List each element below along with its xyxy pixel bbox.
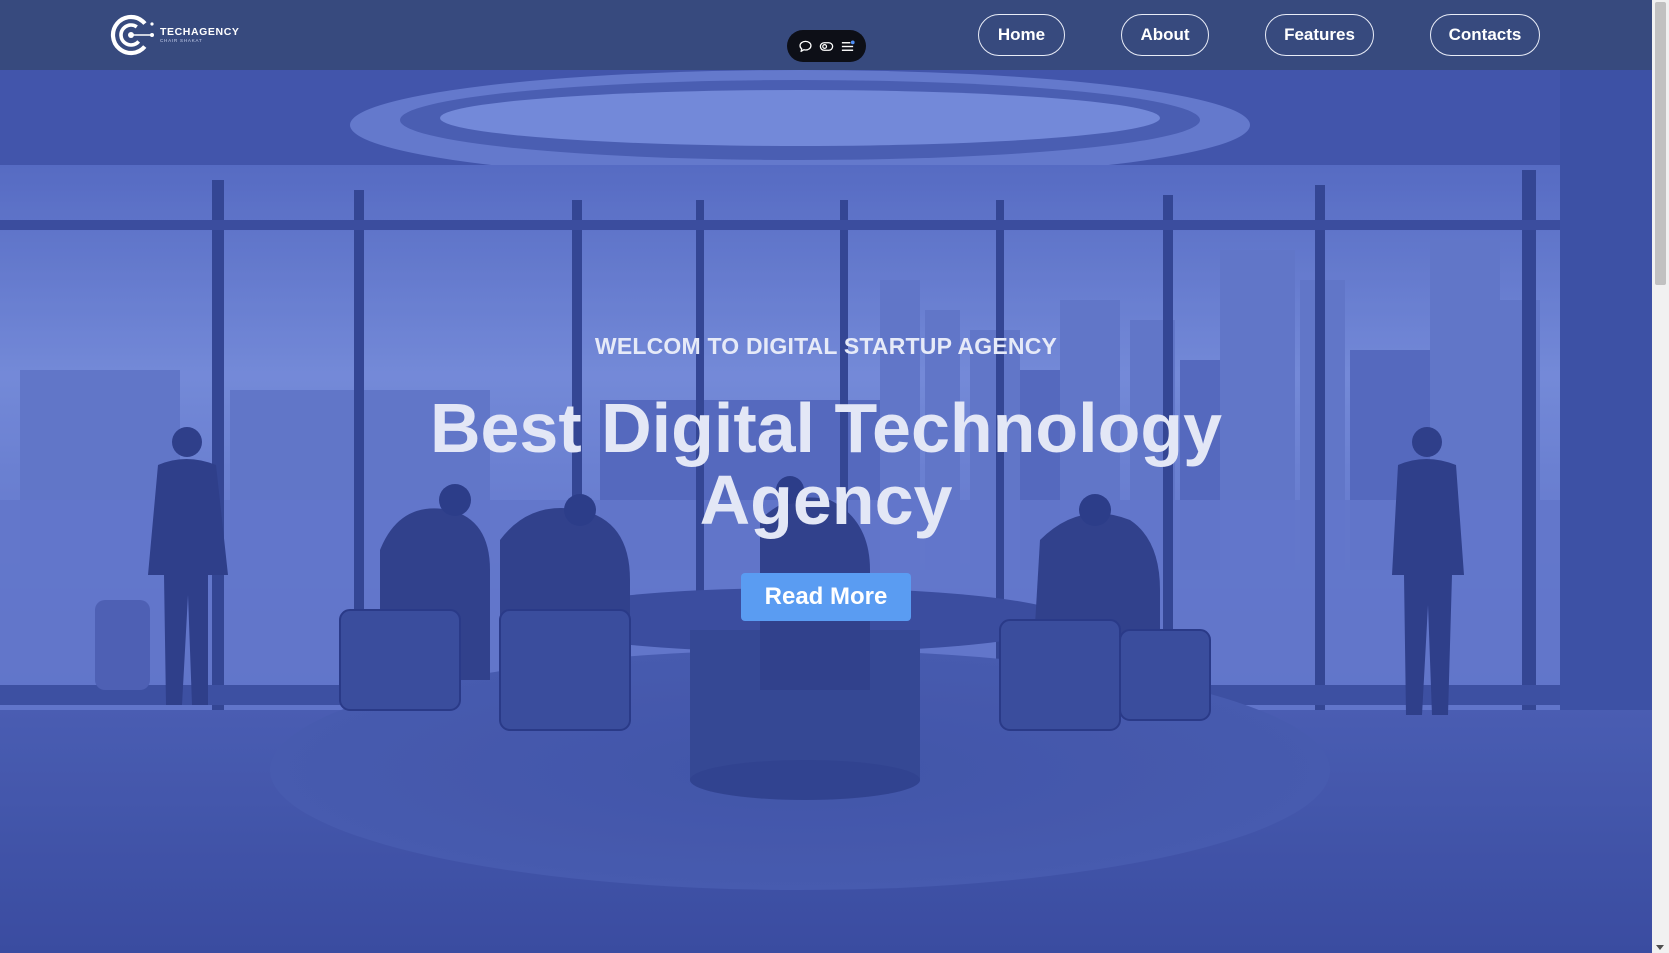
circular-c-logo-icon xyxy=(110,14,154,56)
toggle-eye-icon[interactable] xyxy=(818,37,836,55)
hero-title-line-1: Best Digital Technology xyxy=(429,389,1223,467)
hero-content: WELCOM TO DIGITAL STARTUP AGENCY Best Di… xyxy=(0,70,1652,953)
brand-text: TECHAGENCY CHAIR SHAKAT xyxy=(160,26,240,44)
page: TECHAGENCY CHAIR SHAKAT Home About Featu… xyxy=(0,0,1669,953)
scrollbar-thumb[interactable] xyxy=(1655,2,1666,285)
brand-name: TECHAGENCY xyxy=(160,26,240,38)
hero-eyebrow: WELCOM TO DIGITAL STARTUP AGENCY xyxy=(594,333,1058,359)
read-more-button[interactable]: Read More xyxy=(741,573,911,621)
site-header: TECHAGENCY CHAIR SHAKAT Home About Featu… xyxy=(0,0,1652,70)
nav-contacts-button[interactable]: Contacts xyxy=(1430,14,1540,56)
brand-logo[interactable]: TECHAGENCY CHAIR SHAKAT xyxy=(110,12,240,58)
floating-toolbar xyxy=(787,30,866,62)
nav-features-button[interactable]: Features xyxy=(1265,14,1374,56)
hero-section: WELCOM TO DIGITAL STARTUP AGENCY Best Di… xyxy=(0,70,1652,953)
nav-home-button[interactable]: Home xyxy=(978,14,1065,56)
hero-title: Best Digital Technology Agency xyxy=(0,392,1652,536)
chat-bubble-icon[interactable] xyxy=(796,37,814,55)
menu-icon[interactable] xyxy=(839,37,857,55)
hero-title-line-2: Agency xyxy=(699,461,953,539)
nav-about-button[interactable]: About xyxy=(1121,14,1209,56)
scroll-down-arrow-icon[interactable] xyxy=(1656,945,1664,950)
brand-tagline: CHAIR SHAKAT xyxy=(160,38,203,43)
page-scrollbar[interactable] xyxy=(1652,0,1669,953)
